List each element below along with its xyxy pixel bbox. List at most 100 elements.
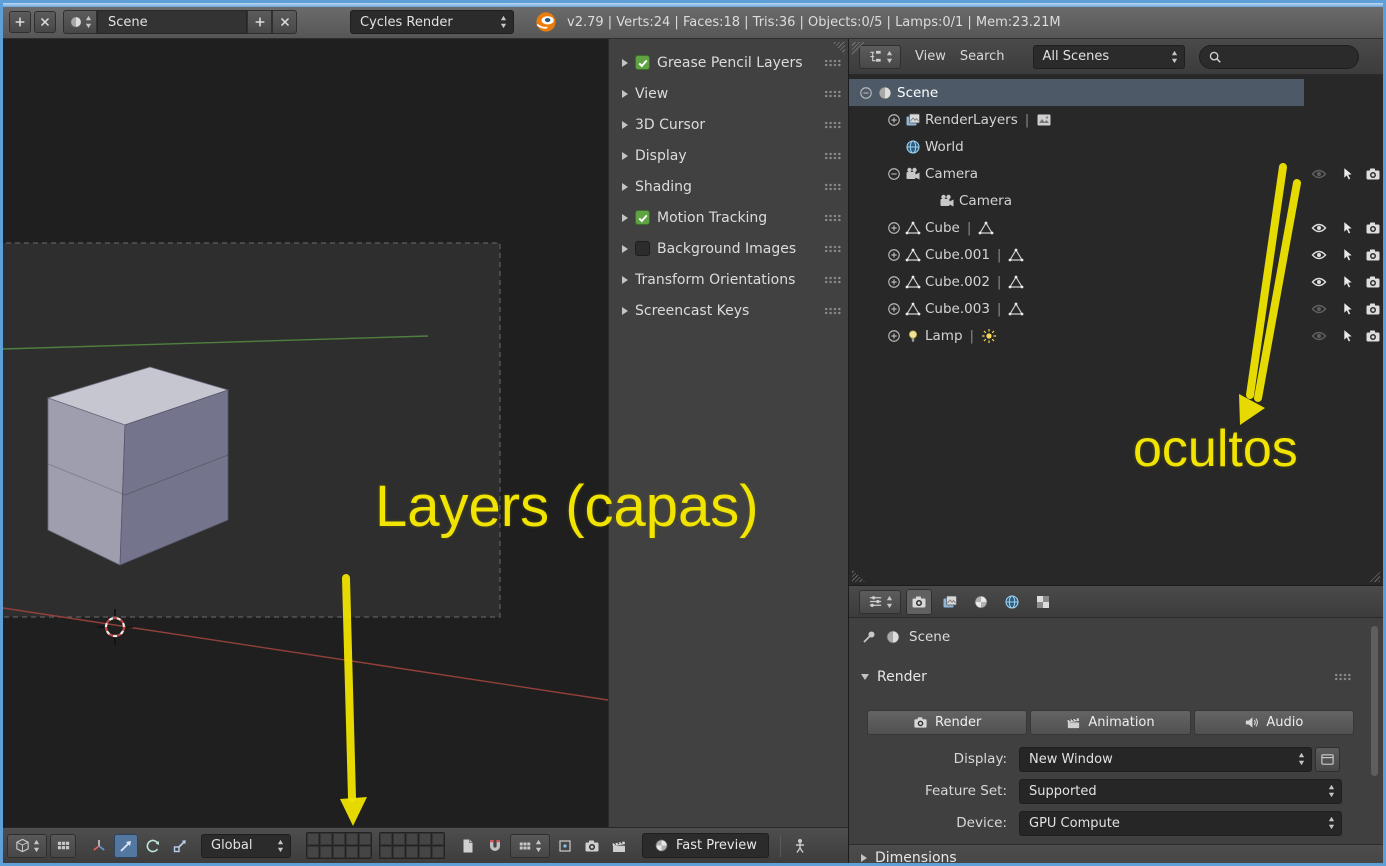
layer-toggle[interactable] bbox=[393, 833, 405, 845]
outliner-row-cube-001[interactable]: Cube.001 bbox=[849, 241, 1383, 268]
pin-icon[interactable] bbox=[861, 629, 877, 645]
manipulator-translate-button[interactable] bbox=[114, 833, 138, 858]
layer-toggle[interactable] bbox=[320, 846, 332, 858]
checkbox-checked-icon[interactable] bbox=[635, 210, 650, 225]
expand-icon[interactable] bbox=[887, 275, 901, 289]
panel-header-shading[interactable]: Shading bbox=[609, 171, 848, 202]
search-menu[interactable]: Search bbox=[960, 49, 1005, 64]
panel-header-3d-cursor[interactable]: 3D Cursor bbox=[609, 109, 848, 140]
outliner-item-label[interactable]: World bbox=[925, 139, 964, 155]
layer-toggle[interactable] bbox=[406, 846, 418, 858]
layers-group-1[interactable] bbox=[306, 832, 372, 859]
layer-toggle[interactable] bbox=[380, 846, 392, 858]
panel-header-background-images[interactable]: Background Images bbox=[609, 233, 848, 264]
manipulator-toggle-button[interactable] bbox=[87, 834, 111, 858]
renderable-camera-icon[interactable] bbox=[1365, 166, 1381, 182]
outliner-row-scene[interactable]: Scene bbox=[849, 79, 1304, 106]
render-panel-header[interactable]: Render bbox=[849, 664, 1383, 690]
selectable-cursor-icon[interactable] bbox=[1339, 274, 1355, 290]
properties-editor-selector[interactable] bbox=[859, 589, 901, 614]
panel-header-display[interactable]: Display bbox=[609, 140, 848, 171]
panel-header-transform-orientations[interactable]: Transform Orientations bbox=[609, 264, 848, 295]
checkbox-checked-icon[interactable] bbox=[635, 55, 650, 70]
renderable-camera-icon[interactable] bbox=[1365, 301, 1381, 317]
outliner-search-input[interactable] bbox=[1227, 49, 1338, 64]
display-mode-selector[interactable]: All Scenes bbox=[1032, 44, 1185, 69]
collapse-icon[interactable] bbox=[887, 167, 901, 181]
expand-icon[interactable] bbox=[887, 329, 901, 343]
expand-icon[interactable] bbox=[887, 248, 901, 262]
tab-texture[interactable] bbox=[1030, 589, 1056, 615]
device-select[interactable]: GPU Compute bbox=[1019, 810, 1342, 836]
layer-toggle[interactable] bbox=[359, 833, 371, 845]
outliner-item-label[interactable]: Camera bbox=[925, 166, 978, 182]
manipulator-rotate-button[interactable] bbox=[141, 834, 165, 858]
dimensions-panel-header[interactable]: Dimensions bbox=[849, 844, 1383, 863]
selectable-cursor-icon[interactable] bbox=[1339, 328, 1355, 344]
layer-toggle[interactable] bbox=[406, 833, 418, 845]
viewport-3d[interactable] bbox=[3, 39, 608, 827]
hide-eye-icon[interactable] bbox=[1311, 247, 1327, 263]
new-window-options-button[interactable] bbox=[1315, 746, 1340, 772]
outliner-editor-selector[interactable] bbox=[859, 44, 901, 69]
layer-toggle[interactable] bbox=[333, 833, 345, 845]
outliner-row-lamp[interactable]: Lamp bbox=[849, 322, 1383, 349]
scrollbar[interactable] bbox=[1371, 626, 1378, 776]
drag-grip-icon[interactable] bbox=[824, 213, 841, 222]
outliner-row-renderlayers[interactable]: RenderLayers bbox=[849, 106, 1383, 133]
layer-toggle[interactable] bbox=[432, 833, 444, 845]
render-button[interactable]: Render bbox=[867, 710, 1028, 735]
snap-target-button[interactable] bbox=[553, 834, 577, 858]
view3d-editor-selector[interactable] bbox=[7, 833, 47, 858]
audio-button[interactable]: Audio bbox=[1193, 710, 1354, 735]
hide-eye-icon[interactable] bbox=[1311, 166, 1327, 182]
mode-selector[interactable] bbox=[50, 833, 76, 858]
layer-toggle[interactable] bbox=[432, 846, 444, 858]
tab-render[interactable] bbox=[906, 588, 932, 615]
fast-preview-button[interactable]: Fast Preview bbox=[642, 833, 769, 858]
panel-header-screencast-keys[interactable]: Screencast Keys bbox=[609, 295, 848, 326]
scene-name-field[interactable]: Scene bbox=[97, 10, 247, 34]
tab-render-layers[interactable] bbox=[937, 589, 963, 615]
transform-orientation-selector[interactable]: Global bbox=[201, 833, 291, 858]
layer-toggle[interactable] bbox=[346, 846, 358, 858]
drag-grip-icon[interactable] bbox=[824, 58, 841, 67]
scene-lock-button[interactable] bbox=[456, 834, 480, 858]
drag-grip-icon[interactable] bbox=[824, 120, 841, 129]
render-engine-selector[interactable]: Cycles Render bbox=[350, 10, 514, 34]
feature-set-select[interactable]: Supported bbox=[1019, 778, 1342, 804]
drag-grip-icon[interactable] bbox=[824, 182, 841, 191]
selectable-cursor-icon[interactable] bbox=[1339, 247, 1355, 263]
panel-header-motion-tracking[interactable]: Motion Tracking bbox=[609, 202, 848, 233]
layer-toggle[interactable] bbox=[393, 846, 405, 858]
outliner-item-label[interactable]: Scene bbox=[897, 85, 938, 101]
display-select[interactable]: New Window bbox=[1019, 746, 1312, 772]
layer-toggle[interactable] bbox=[419, 833, 431, 845]
panel-header-grease-pencil-layers[interactable]: Grease Pencil Layers bbox=[609, 47, 848, 78]
view-menu[interactable]: View bbox=[915, 49, 946, 64]
renderable-camera-icon[interactable] bbox=[1365, 328, 1381, 344]
renderable-camera-icon[interactable] bbox=[1365, 247, 1381, 263]
panel-header-view[interactable]: View bbox=[609, 78, 848, 109]
drag-grip-icon[interactable] bbox=[824, 306, 841, 315]
outliner-item-label[interactable]: Lamp bbox=[925, 328, 963, 344]
outliner-item-label[interactable]: Camera bbox=[959, 193, 1012, 209]
layout-add-button[interactable] bbox=[9, 11, 31, 33]
expand-icon[interactable] bbox=[887, 221, 901, 235]
opengl-render-animation-button[interactable] bbox=[607, 834, 631, 858]
hide-eye-icon[interactable] bbox=[1311, 220, 1327, 236]
outliner-item-label[interactable]: Cube.003 bbox=[925, 301, 990, 317]
layer-toggle[interactable] bbox=[346, 833, 358, 845]
drag-grip-icon[interactable] bbox=[824, 151, 841, 160]
hide-eye-icon[interactable] bbox=[1311, 274, 1327, 290]
outliner-search-box[interactable] bbox=[1198, 44, 1359, 69]
layers-group-2[interactable] bbox=[379, 832, 445, 859]
renderable-camera-icon[interactable] bbox=[1365, 274, 1381, 290]
layer-toggle[interactable] bbox=[320, 833, 332, 845]
selectable-cursor-icon[interactable] bbox=[1339, 220, 1355, 236]
outliner-item-label[interactable]: RenderLayers bbox=[925, 112, 1018, 128]
outliner-item-label[interactable]: Cube.001 bbox=[925, 247, 990, 263]
outliner-row-cube[interactable]: Cube bbox=[849, 214, 1383, 241]
hide-eye-icon[interactable] bbox=[1311, 301, 1327, 317]
layout-close-button[interactable] bbox=[34, 11, 56, 33]
